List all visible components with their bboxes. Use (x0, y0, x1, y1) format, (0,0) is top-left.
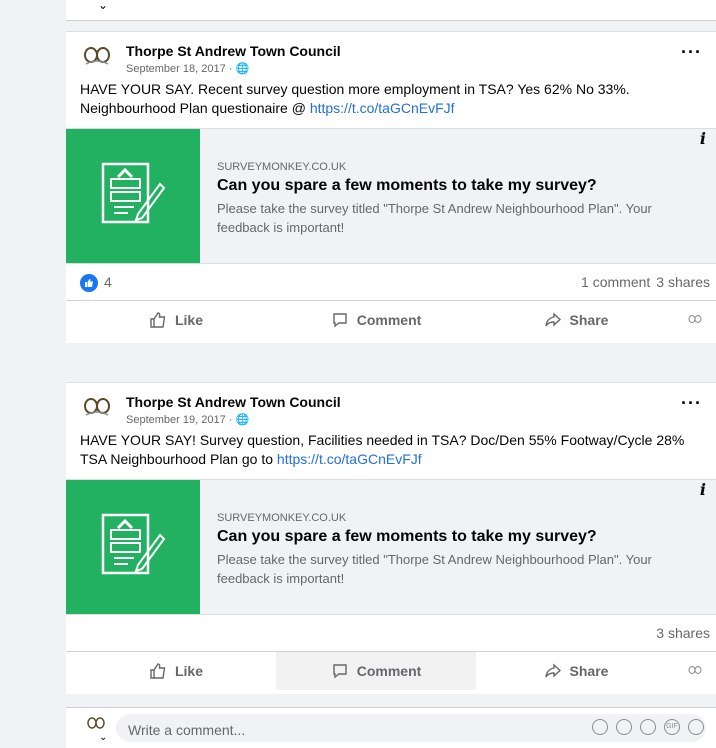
comment-button[interactable]: Comment (276, 301, 476, 339)
comment-button[interactable]: Comment (276, 652, 476, 690)
share-label: Share (569, 663, 609, 679)
post: Thorpe St Andrew Town Council September … (66, 382, 716, 694)
previous-post-footer: ⌄ (66, 0, 716, 21)
globe-icon: 🌐 (235, 414, 250, 426)
post-date-text[interactable]: September 18, 2017 · (126, 63, 232, 75)
gif-icon[interactable]: GIF (664, 719, 680, 735)
comment-count[interactable]: 1 comment (581, 274, 650, 290)
link-description: Please take the survey titled "Thorpe St… (217, 552, 652, 586)
survey-thumbnail[interactable] (66, 480, 200, 614)
share-arrow-icon (544, 663, 561, 678)
thumbs-up-icon (150, 663, 166, 679)
link-title[interactable]: Can you spare a few moments to take my s… (217, 177, 597, 195)
thumbs-up-icon (150, 312, 166, 328)
reactions-row: 4 1 comment 3 shares (66, 264, 716, 301)
post: Thorpe St Andrew Town Council September … (66, 31, 716, 343)
link-preview-card[interactable]: i SURVEYMONKEY.CO.UK Can you spare a few… (66, 128, 716, 264)
post-actions: Like Comment Share (66, 652, 716, 694)
survey-form-icon (101, 162, 166, 224)
avatar-sticker-icon[interactable] (592, 719, 608, 735)
post-actions: Like Comment Share (66, 301, 716, 343)
post-date[interactable]: September 19, 2017 · 🌐 (126, 413, 249, 426)
post-text: HAVE YOUR SAY! Survey question, Faciliti… (66, 431, 716, 469)
page-name-link[interactable]: Thorpe St Andrew Town Council (126, 394, 341, 410)
like-label: Like (174, 663, 203, 679)
like-label: Like (174, 312, 203, 328)
comment-composer: ⌄ Write a comment... GIF (66, 707, 716, 748)
like-count[interactable]: 4 (104, 274, 112, 290)
council-logo-avatar[interactable] (82, 44, 112, 66)
comment-tools: GIF (592, 719, 704, 735)
comment-icon (333, 313, 347, 328)
link-title[interactable]: Can you spare a few moments to take my s… (217, 528, 597, 546)
post-date[interactable]: September 18, 2017 · 🌐 (126, 62, 249, 75)
chevron-down-icon[interactable]: ⌄ (98, 0, 108, 12)
comment-placeholder[interactable]: Write a comment... (128, 722, 245, 738)
post-text: HAVE YOUR SAY. Recent survey question mo… (66, 80, 716, 118)
post-link[interactable]: https://t.co/taGCnEvFJf (277, 451, 422, 467)
like-button[interactable]: Like (76, 301, 276, 339)
camera-icon[interactable] (640, 719, 656, 735)
share-count[interactable]: 3 shares (656, 274, 710, 290)
engagement-stats: 1 comment 3 shares (575, 274, 710, 290)
reactions-row: 3 shares (66, 615, 716, 652)
comment-label: Comment (356, 663, 422, 679)
info-icon[interactable]: i (700, 480, 706, 499)
link-domain: SURVEYMONKEY.CO.UK (217, 161, 347, 173)
link-description: Please take the survey titled "Thorpe St… (217, 201, 652, 235)
survey-thumbnail[interactable] (66, 129, 200, 263)
survey-form-icon (101, 513, 166, 575)
post-header: Thorpe St Andrew Town Council September … (66, 32, 716, 82)
audience-avatar-icon[interactable] (688, 665, 702, 675)
share-button[interactable]: Share (476, 652, 676, 690)
page-name-link[interactable]: Thorpe St Andrew Town Council (126, 43, 341, 59)
share-label: Share (569, 312, 609, 328)
comment-label: Comment (356, 312, 422, 328)
share-arrow-icon (544, 312, 561, 327)
council-logo-avatar[interactable] (82, 395, 112, 417)
comment-icon (333, 664, 347, 679)
post-date-text[interactable]: September 19, 2017 · (126, 414, 232, 426)
sticker-icon[interactable] (688, 719, 704, 735)
like-reaction-icon[interactable] (80, 274, 98, 292)
share-button[interactable]: Share (476, 301, 676, 339)
chevron-down-icon[interactable]: ⌄ (99, 732, 107, 743)
more-options-button[interactable]: ··· (681, 42, 702, 63)
engagement-stats: 3 shares (650, 625, 710, 641)
more-options-button[interactable]: ··· (681, 393, 702, 414)
link-domain: SURVEYMONKEY.CO.UK (217, 512, 347, 524)
like-button[interactable]: Like (76, 652, 276, 690)
info-icon[interactable]: i (700, 129, 706, 148)
globe-icon: 🌐 (235, 63, 250, 75)
share-count[interactable]: 3 shares (656, 625, 710, 641)
link-preview-card[interactable]: i SURVEYMONKEY.CO.UK Can you spare a few… (66, 479, 716, 615)
user-avatar[interactable] (86, 716, 106, 730)
audience-avatar-icon[interactable] (688, 314, 702, 324)
emoji-icon[interactable] (616, 719, 632, 735)
post-header: Thorpe St Andrew Town Council September … (66, 383, 716, 433)
post-link[interactable]: https://t.co/taGCnEvFJf (310, 100, 455, 116)
